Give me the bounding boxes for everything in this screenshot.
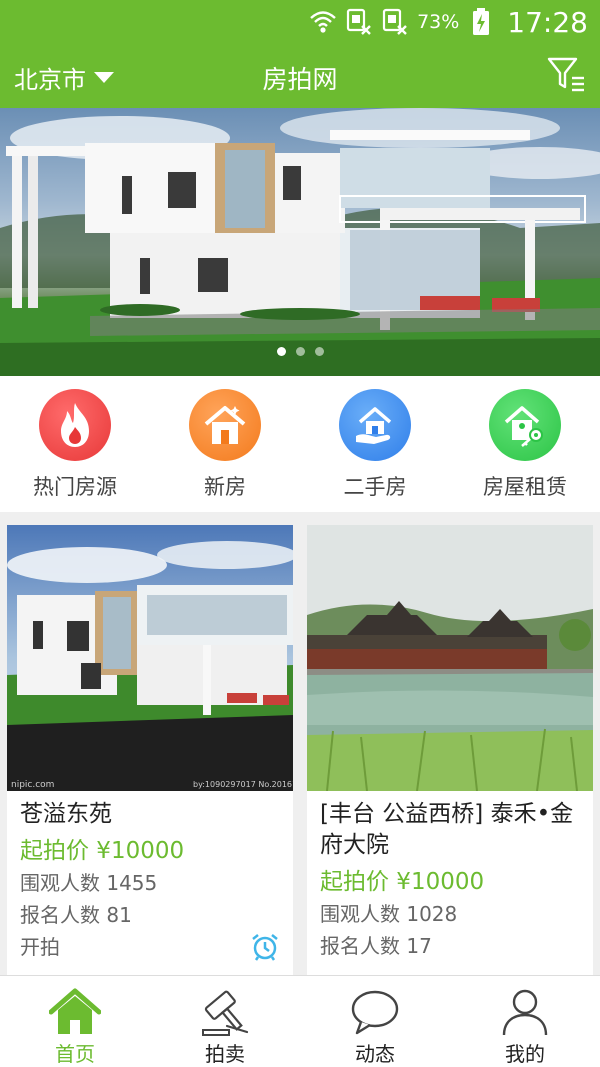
chat-bubble-icon	[348, 988, 402, 1036]
listing-registrants: 报名人数 81	[20, 903, 132, 927]
alarm-clock-icon[interactable]	[250, 932, 280, 962]
sim1-no-service-icon	[345, 8, 373, 36]
pagination-dot-2[interactable]	[295, 347, 305, 356]
hero-banner[interactable]	[0, 108, 600, 376]
listing-card[interactable]: [丰台 公益西桥] 泰禾•金府大院 起拍价 ¥10000 围观人数 1028 报…	[307, 525, 593, 975]
app-title: 房拍网	[262, 65, 338, 94]
home-icon	[48, 988, 102, 1036]
category-rental[interactable]: 房屋租赁	[450, 376, 600, 512]
listing-price: 起拍价 ¥10000	[320, 869, 485, 895]
filter-icon	[547, 57, 584, 92]
category-new-homes[interactable]: 新房	[150, 376, 300, 512]
nav-label: 首页	[55, 1042, 95, 1066]
banner-house-image	[0, 108, 600, 376]
category-label: 新房	[204, 475, 246, 499]
listing-status: 开拍	[20, 935, 60, 959]
listing-viewers: 围观人数 1455	[20, 871, 158, 895]
nav-label: 动态	[355, 1042, 395, 1066]
battery-charging-icon	[467, 8, 495, 36]
clock: 17:28	[507, 5, 588, 39]
bottom-nav: 首页 拍卖 动态 我的	[0, 975, 600, 1067]
category-label: 二手房	[343, 475, 407, 499]
category-bar: 热门房源 新房 二手房 房屋租赁	[0, 376, 600, 512]
status-bar: 73% 17:28	[0, 0, 600, 44]
filter-button[interactable]	[546, 56, 586, 94]
image-caption: by:1090297017 No.20161	[193, 780, 293, 789]
wifi-icon	[309, 8, 337, 36]
nav-profile[interactable]: 我的	[450, 976, 600, 1067]
house-in-hand-icon	[339, 389, 411, 461]
listing-viewers: 围观人数 1028	[320, 902, 458, 926]
listing-image: nipic.com by:1090297017 No.20161	[7, 525, 293, 791]
pagination-dot-3[interactable]	[314, 347, 324, 356]
listing-image	[307, 525, 593, 791]
category-label: 房屋租赁	[483, 475, 567, 499]
gavel-icon	[198, 988, 252, 1036]
listing-price: 起拍价 ¥10000	[20, 838, 185, 864]
nav-label: 我的	[505, 1042, 545, 1066]
category-label: 热门房源	[33, 475, 117, 499]
banner-pagination	[0, 347, 600, 356]
listing-registrants: 报名人数 17	[320, 934, 432, 958]
sim2-no-service-icon	[381, 8, 409, 36]
flame-icon	[39, 389, 111, 461]
category-second-hand[interactable]: 二手房	[300, 376, 450, 512]
nav-auction[interactable]: 拍卖	[150, 976, 300, 1067]
listing-title: 苍溢东苑	[20, 801, 112, 827]
listing-title: [丰台 公益西桥] 泰禾•金府大院	[320, 801, 574, 858]
person-icon	[498, 988, 552, 1036]
new-house-icon	[189, 389, 261, 461]
listing-grid: nipic.com by:1090297017 No.20161 苍溢东苑 起拍…	[0, 512, 600, 975]
battery-percent: 73%	[417, 11, 460, 33]
image-watermark: nipic.com	[11, 780, 54, 790]
nav-home[interactable]: 首页	[0, 976, 150, 1067]
listing-card[interactable]: nipic.com by:1090297017 No.20161 苍溢东苑 起拍…	[7, 525, 293, 975]
app-header: 北京市 房拍网	[0, 44, 600, 108]
house-key-icon	[489, 389, 561, 461]
pagination-dot-1[interactable]	[276, 347, 286, 356]
app-root: 73% 17:28 北京市 房拍网 热门房源 新房 二手房 房屋租赁 nipic…	[0, 0, 600, 1067]
nav-feed[interactable]: 动态	[300, 976, 450, 1067]
category-hot-listings[interactable]: 热门房源	[0, 376, 150, 512]
nav-label: 拍卖	[205, 1042, 245, 1066]
